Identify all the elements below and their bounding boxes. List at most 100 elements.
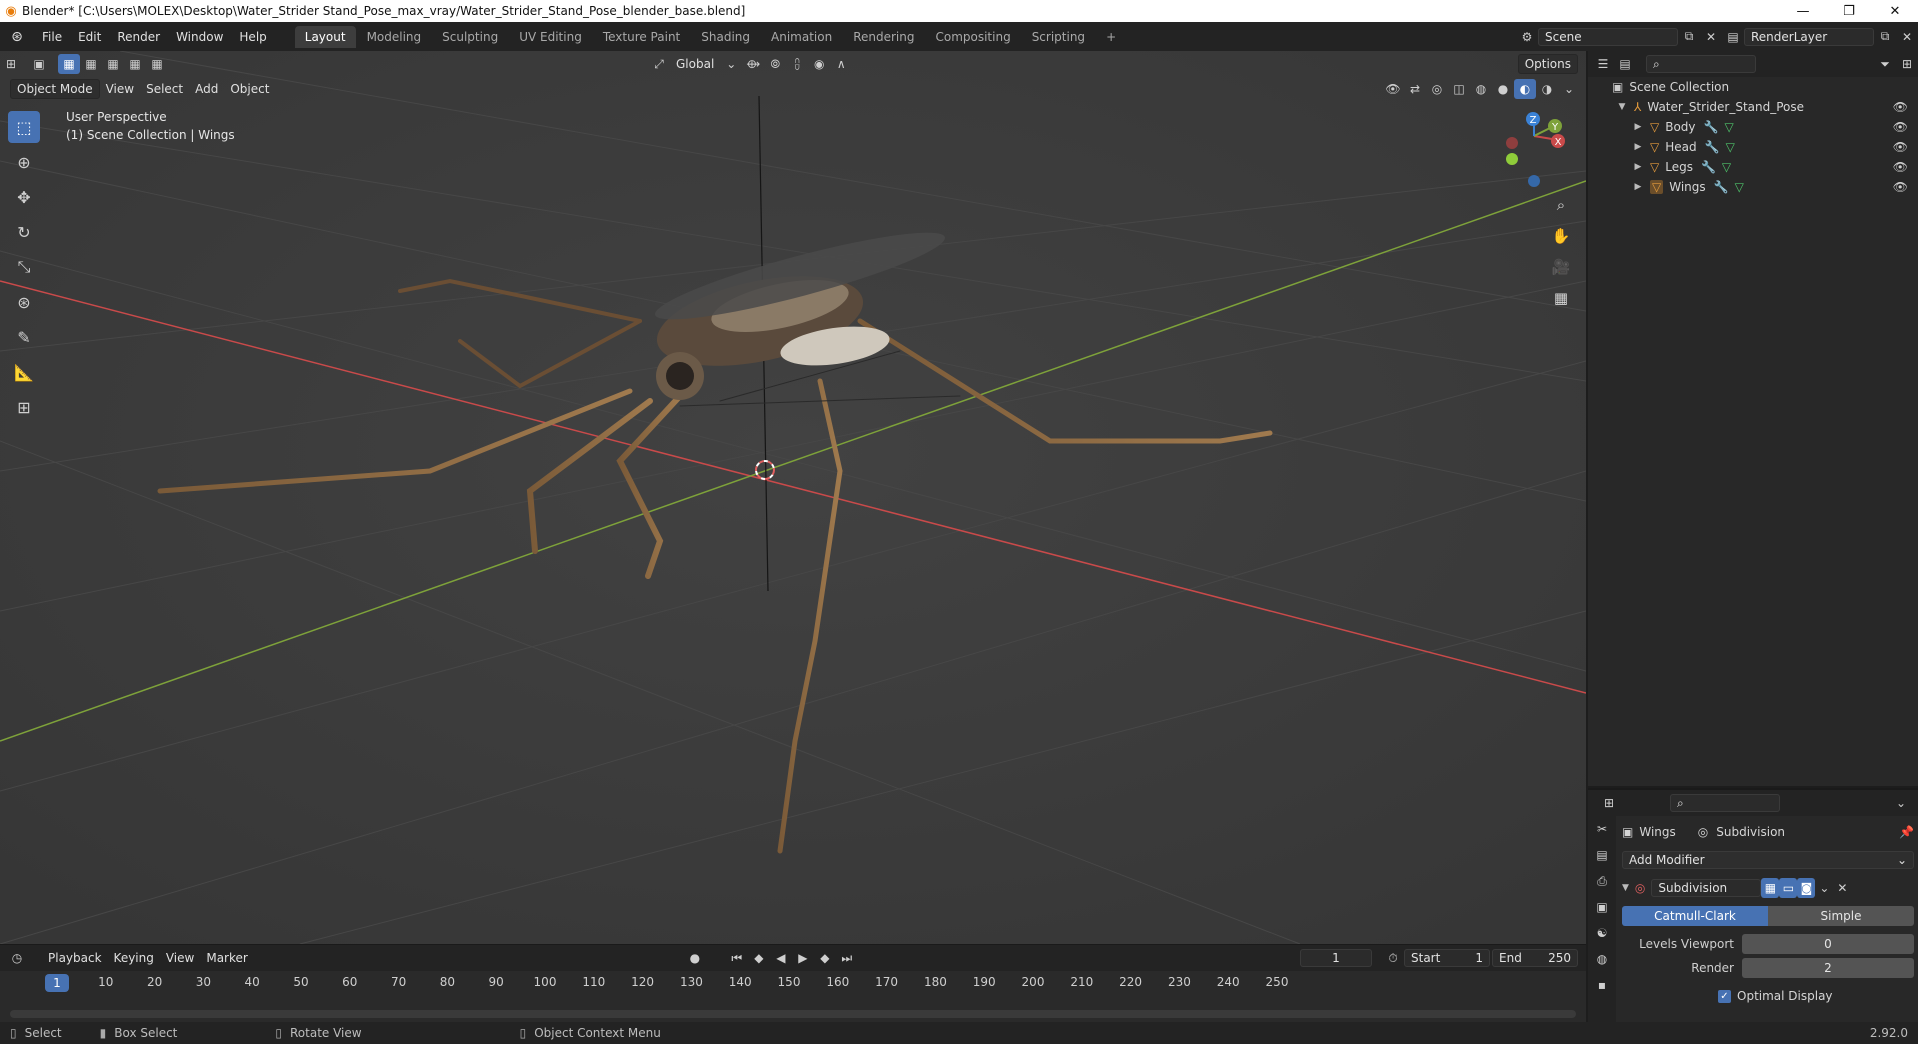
new-scene-icon[interactable]: ⧉ <box>1678 27 1700 47</box>
jump-end-icon[interactable]: ⏭ <box>836 948 858 968</box>
outliner-editor-type-icon[interactable]: ☰ <box>1592 54 1614 74</box>
remove-modifier-icon[interactable]: ✕ <box>1833 878 1851 898</box>
start-frame-field[interactable]: Start 1 <box>1404 949 1490 967</box>
prev-keyframe-icon[interactable]: ◆ <box>748 948 770 968</box>
annotate-tool-icon[interactable]: ✎ <box>8 321 40 353</box>
menu-select[interactable]: Select <box>140 79 189 99</box>
gizmo-toggle-icon[interactable]: ⇄ <box>1404 79 1426 99</box>
properties-editor-type-icon[interactable]: ⊞ <box>1598 793 1620 813</box>
chevron-down-icon[interactable]: ⌄ <box>1890 793 1912 813</box>
transform-tool-icon[interactable]: ⊛ <box>8 286 40 318</box>
menu-view[interactable]: View <box>100 79 140 99</box>
render-layer-field[interactable]: RenderLayer <box>1744 27 1874 46</box>
outliner-collection-row[interactable]: ▼ ⅄ Water_Strider_Stand_Pose 👁 <box>1588 97 1918 117</box>
expand-arrow-icon[interactable]: ▶ <box>1632 162 1644 172</box>
properties-search-input[interactable]: ⌕ <box>1670 794 1780 812</box>
3d-viewport[interactable]: X Y Z ⊞ ▣ ▦ ▦ ▦ ▦ ▦ ⤢ Global ⌄ ⟴ ⦾ ⩉ ◉ ∧… <box>0 51 1586 944</box>
material-shading-icon[interactable]: ◐ <box>1514 79 1536 99</box>
move-tool-icon[interactable]: ✥ <box>8 181 40 213</box>
xray-toggle-icon[interactable]: ◫ <box>1448 79 1470 99</box>
menu-timeline-view[interactable]: View <box>160 948 200 968</box>
overlay-toggle-icon[interactable]: ◎ <box>1426 79 1448 99</box>
snap-target-icon[interactable]: ⩉ <box>786 54 808 74</box>
viewport-toggle-icon[interactable]: ▭ <box>1779 878 1798 898</box>
eye-icon[interactable]: 👁 <box>1893 160 1908 174</box>
tab-modeling[interactable]: Modeling <box>357 26 432 48</box>
expand-arrow-icon[interactable]: ▼ <box>1616 102 1628 112</box>
timeline-ruler[interactable]: 1 10 20 30 40 50 60 70 80 90 100 110 120 130 140 150 16… <box>0 971 1586 1001</box>
play-icon[interactable]: ▶ <box>792 948 814 968</box>
outliner-search-input[interactable]: ⌕ <box>1646 55 1756 73</box>
options-dropdown[interactable]: Options <box>1517 54 1578 74</box>
menu-keying[interactable]: Keying <box>108 948 160 968</box>
world-tab-icon[interactable]: ◍ <box>1588 946 1616 972</box>
menu-playback[interactable]: Playback <box>42 948 108 968</box>
view-layer-icon[interactable]: ▤ <box>1722 27 1744 47</box>
measure-tool-icon[interactable]: 📐 <box>8 356 40 388</box>
menu-add[interactable]: Add <box>189 79 224 99</box>
proportional-edit-icon[interactable]: ◉ <box>808 54 830 74</box>
edit-mode-toggle-icon[interactable]: ▦ <box>1761 878 1780 898</box>
box-select-new-icon[interactable]: ▦ <box>58 54 80 74</box>
eye-icon[interactable]: 👁 <box>1893 100 1908 114</box>
outliner-object-wings[interactable]: ▶ ▽ Wings 🔧 ▽ 👁 <box>1588 177 1918 197</box>
jump-start-icon[interactable]: ⏮ <box>726 948 748 968</box>
preview-range-icon[interactable]: ⏱ <box>1382 948 1404 968</box>
blender-logo-icon[interactable]: ⊛ <box>0 29 34 45</box>
box-select-invert-icon[interactable]: ▦ <box>124 54 146 74</box>
select-mode-icon[interactable]: ▣ <box>28 54 50 74</box>
menu-edit[interactable]: Edit <box>70 30 109 44</box>
eye-icon[interactable]: 👁 <box>1893 180 1908 194</box>
render-levels-field[interactable]: 2 <box>1742 958 1914 978</box>
delete-scene-icon[interactable]: ✕ <box>1700 27 1722 47</box>
expand-arrow-icon[interactable]: ▶ <box>1632 182 1644 192</box>
menu-file[interactable]: File <box>34 30 70 44</box>
chevron-down-icon[interactable]: ⌄ <box>1815 878 1833 898</box>
menu-help[interactable]: Help <box>231 30 274 44</box>
optimal-display-checkbox[interactable]: ✓ <box>1718 989 1731 1003</box>
outliner-object-legs[interactable]: ▶ ▽ Legs 🔧 ▽ 👁 <box>1588 157 1918 177</box>
eye-icon[interactable]: 👁 <box>1893 120 1908 134</box>
tab-sculpting[interactable]: Sculpting <box>432 26 508 48</box>
visibility-icon[interactable]: 👁 <box>1382 79 1404 99</box>
box-select-extend-icon[interactable]: ▦ <box>80 54 102 74</box>
display-mode-icon[interactable]: ▤ <box>1614 54 1636 74</box>
filter-icon[interactable]: ⏷ <box>1874 54 1896 74</box>
tab-scripting[interactable]: Scripting <box>1022 26 1095 48</box>
eye-icon[interactable]: 👁 <box>1893 140 1908 154</box>
pivot-point-icon[interactable]: ⟴ <box>742 54 764 74</box>
scale-tool-icon[interactable]: ⤡ <box>8 251 40 283</box>
add-cube-tool-icon[interactable]: ⊞ <box>8 391 40 423</box>
menu-window[interactable]: Window <box>168 30 231 44</box>
view-layer-tab-icon[interactable]: ▣ <box>1588 894 1616 920</box>
select-box-tool-icon[interactable]: ⬚ <box>8 111 40 143</box>
camera-icon[interactable]: 🎥 <box>1549 253 1573 281</box>
editor-type-icon[interactable]: ⊞ <box>0 54 22 74</box>
end-frame-field[interactable]: End 250 <box>1492 949 1578 967</box>
menu-object[interactable]: Object <box>224 79 275 99</box>
render-tab-icon[interactable]: ▤ <box>1588 842 1616 868</box>
delete-layer-icon[interactable]: ✕ <box>1896 27 1918 47</box>
menu-marker[interactable]: Marker <box>200 948 253 968</box>
pan-hand-icon[interactable]: ✋ <box>1549 222 1573 250</box>
minimize-button[interactable]: — <box>1780 4 1826 19</box>
snap-icon[interactable]: ⦾ <box>764 54 786 74</box>
current-frame-indicator[interactable]: 1 <box>45 974 69 992</box>
add-modifier-dropdown[interactable]: Add Modifier ⌄ <box>1622 851 1914 869</box>
tab-rendering[interactable]: Rendering <box>843 26 924 48</box>
rendered-shading-icon[interactable]: ◑ <box>1536 79 1558 99</box>
play-reverse-icon[interactable]: ◀ <box>770 948 792 968</box>
tab-layout[interactable]: Layout <box>294 25 356 48</box>
menu-render[interactable]: Render <box>109 30 168 44</box>
pin-icon[interactable]: 📌 <box>1899 825 1914 839</box>
output-tab-icon[interactable]: ⎙ <box>1588 868 1616 894</box>
new-layer-icon[interactable]: ⧉ <box>1874 27 1896 47</box>
wireframe-shading-icon[interactable]: ◍ <box>1470 79 1492 99</box>
falloff-icon[interactable]: ∧ <box>830 54 852 74</box>
close-button[interactable]: ✕ <box>1872 4 1918 19</box>
current-frame-field[interactable]: 1 <box>1300 949 1372 967</box>
object-tab-icon[interactable]: ▪ <box>1588 972 1616 998</box>
new-collection-icon[interactable]: ⊞ <box>1896 54 1918 74</box>
tool-tab-icon[interactable]: ✂ <box>1588 816 1616 842</box>
modifier-name-field[interactable]: Subdivision <box>1651 879 1762 897</box>
